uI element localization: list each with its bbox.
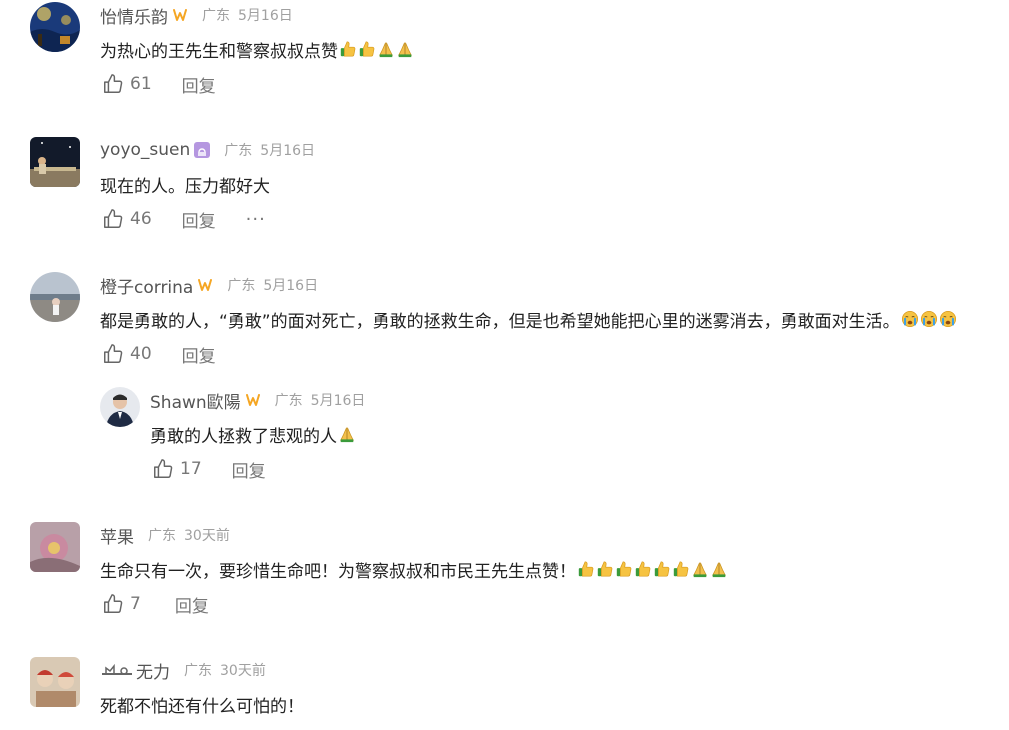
like-count: 7 (130, 594, 141, 614)
comment-body: 都是勇敢的人，“勇敢”的面对死亡，勇敢的拯救生命，但是也希望她能把心里的迷雾消去… (100, 311, 900, 332)
like-count: 46 (130, 209, 152, 229)
thumbs-up-emoji-icon (339, 40, 357, 58)
reply-button[interactable]: 回复 (182, 342, 216, 367)
comment-body: 生命只有一次，要珍惜生命吧！为警察叔叔和市民王先生点赞！ (100, 561, 576, 582)
comment-text: 生命只有一次，要珍惜生命吧！为警察叔叔和市民王先生点赞！ (100, 556, 728, 582)
reply-button[interactable]: 回复 (182, 207, 216, 232)
libra-badge-icon (194, 142, 211, 158)
avatar[interactable] (30, 522, 80, 572)
avatar[interactable] (30, 272, 80, 322)
username[interactable]: yoyo_suen (100, 140, 190, 160)
verified-badge-icon (172, 8, 188, 22)
comment-date: 5月16日 (260, 143, 316, 159)
username[interactable]: 橙子corrina (100, 273, 193, 298)
pray-emoji-icon (691, 560, 709, 578)
reply-button[interactable]: 回复 (175, 592, 209, 617)
comment-date: 30天前 (184, 528, 230, 544)
thumbs-up-icon (104, 594, 123, 613)
comment-text: 现在的人。压力都好大 (100, 171, 270, 197)
comment-text: 为热心的王先生和警察叔叔点赞 (100, 36, 414, 62)
comment-date: 5月16日 (263, 278, 319, 294)
location: 广东 (274, 393, 303, 409)
emoji-row (337, 424, 356, 444)
username[interactable]: 怡情乐韵 (100, 3, 168, 28)
location: 广东 (184, 663, 212, 679)
like-button[interactable]: 17 (152, 458, 202, 480)
comment-date: 5月16日 (310, 393, 366, 409)
like-button[interactable]: 40 (102, 343, 152, 365)
thumbs-up-icon (104, 209, 123, 228)
thumbs-up-icon (104, 74, 123, 93)
avatar[interactable] (30, 657, 80, 707)
thumbs-up-icon (154, 459, 173, 478)
pray-emoji-icon (710, 560, 728, 578)
emoji-row (338, 39, 414, 59)
username[interactable]: Shawn歐陽 (150, 388, 241, 413)
comment-text: 都是勇敢的人，“勇敢”的面对死亡，勇敢的拯救生命，但是也希望她能把心里的迷雾消去… (100, 306, 957, 332)
username[interactable]: 苹果 (100, 523, 134, 548)
location: 广东 (202, 8, 230, 24)
verified-badge-icon (197, 278, 213, 292)
pray-emoji-icon (338, 425, 356, 443)
avatar[interactable] (30, 2, 80, 52)
like-button[interactable]: 46 (102, 208, 152, 230)
username-decoration-icon (100, 662, 134, 678)
like-count: 61 (130, 74, 152, 94)
avatar[interactable] (100, 387, 140, 427)
comment-body: 为热心的王先生和警察叔叔点赞 (100, 41, 338, 62)
location: 广东 (148, 528, 176, 544)
like-count: 17 (180, 459, 202, 479)
thumbs-up-emoji-icon (615, 560, 633, 578)
pray-emoji-icon (377, 40, 395, 58)
comment-body: 死都不怕还有什么可怕的！ (100, 696, 304, 717)
crying-emoji-icon (939, 310, 957, 328)
comment-text: 勇敢的人拯救了悲观的人 (150, 421, 356, 447)
reply-button[interactable]: 回复 (232, 457, 266, 482)
crying-emoji-icon (901, 310, 919, 328)
comment-body: 现在的人。压力都好大 (100, 176, 270, 197)
comment-date: 30天前 (220, 663, 266, 679)
more-options-button[interactable]: ··· (246, 209, 266, 230)
comment-date: 5月16日 (238, 8, 293, 24)
comment-text: 死都不怕还有什么可怕的！ (100, 691, 304, 717)
emoji-row (576, 559, 728, 579)
username[interactable]: 无力 (136, 658, 170, 683)
verified-badge-icon (245, 393, 261, 407)
thumbs-up-emoji-icon (577, 560, 595, 578)
like-count: 40 (130, 344, 152, 364)
like-button[interactable]: 7 (102, 593, 141, 615)
pray-emoji-icon (396, 40, 414, 58)
reply-button[interactable]: 回复 (182, 72, 216, 97)
emoji-row (900, 309, 957, 329)
crying-emoji-icon (920, 310, 938, 328)
thumbs-up-emoji-icon (672, 560, 690, 578)
thumbs-up-emoji-icon (358, 40, 376, 58)
thumbs-up-emoji-icon (653, 560, 671, 578)
comment-body: 勇敢的人拯救了悲观的人 (150, 426, 337, 447)
location: 广东 (224, 143, 253, 159)
like-button[interactable]: 61 (102, 73, 152, 95)
thumbs-up-icon (104, 344, 123, 363)
thumbs-up-emoji-icon (634, 560, 652, 578)
location: 广东 (227, 278, 256, 294)
thumbs-up-emoji-icon (596, 560, 614, 578)
avatar[interactable] (30, 137, 80, 187)
